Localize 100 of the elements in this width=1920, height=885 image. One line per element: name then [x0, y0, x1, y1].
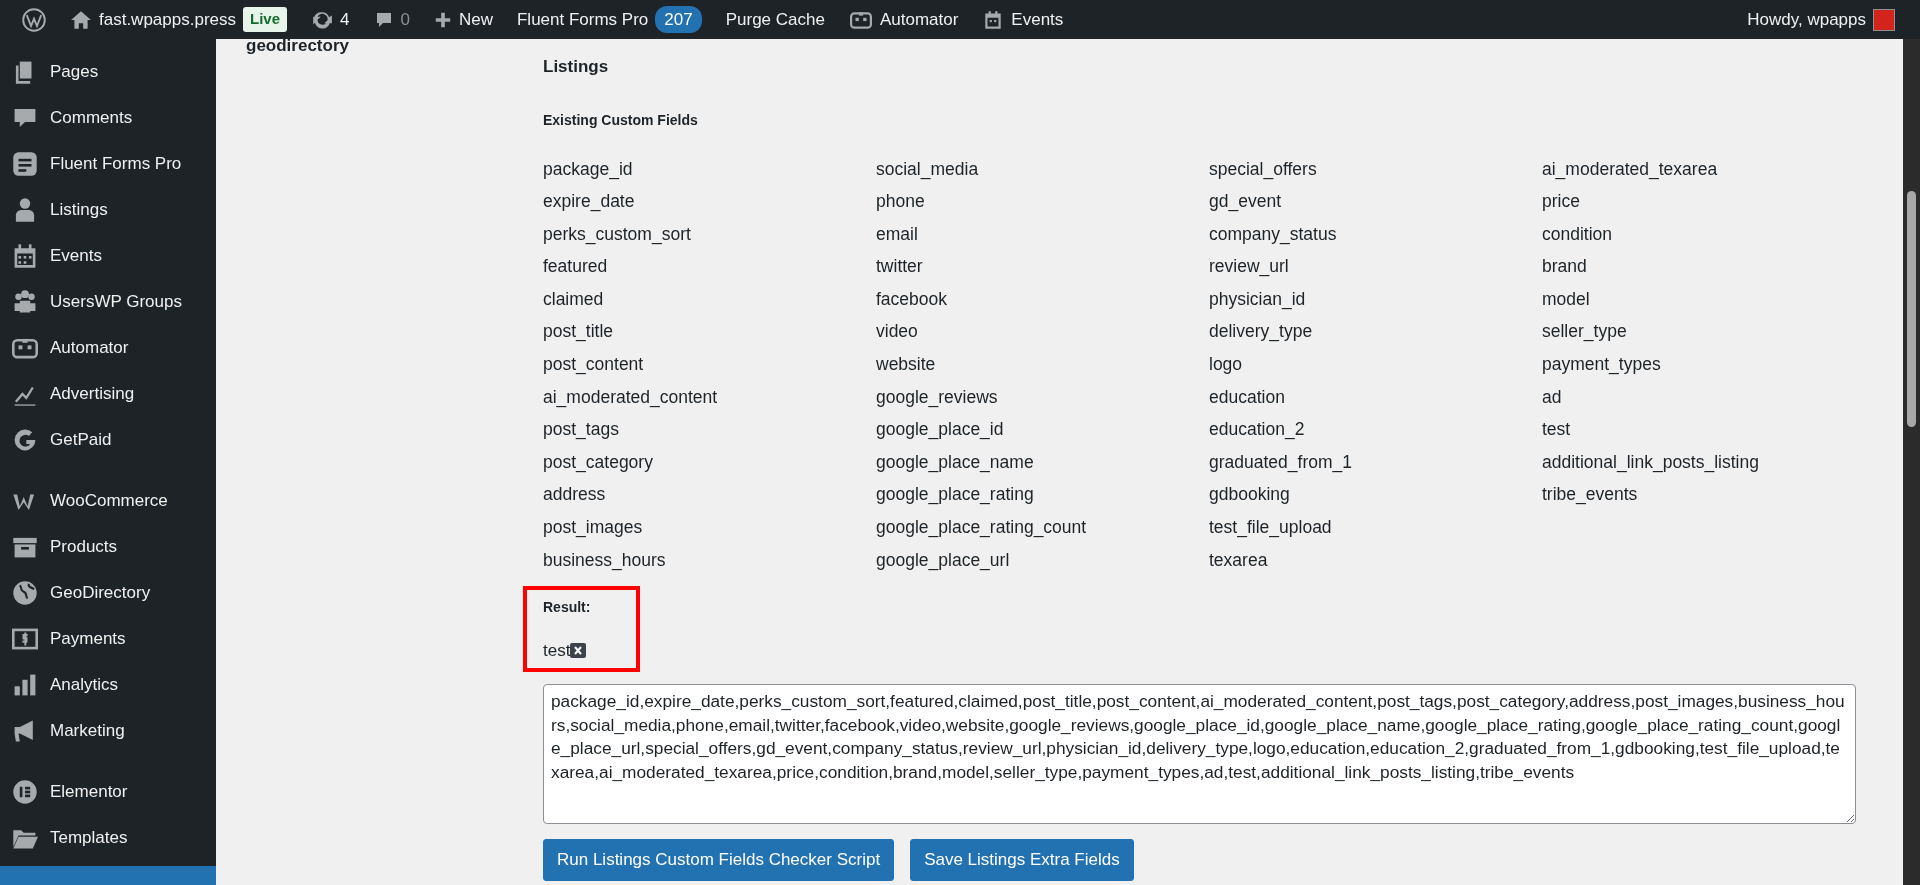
field-name: ai_moderated_content [543, 385, 719, 410]
bar-chart-icon [12, 672, 38, 698]
field-name: video [876, 320, 919, 344]
field-name: google_place_rating_count [876, 516, 1088, 540]
wordpress-logo-icon [22, 7, 46, 32]
field-name: additional_link_posts_listing [1542, 450, 1760, 475]
globe-icon [12, 580, 38, 606]
comments-count[interactable]: 0 [400, 6, 410, 33]
field-name: delivery_type [1209, 320, 1314, 344]
sidebar-item[interactable]: Events [50, 243, 102, 269]
field-name: company_status [1209, 222, 1338, 247]
field-name: model [1542, 287, 1591, 311]
scrollbar-thumb[interactable] [1907, 191, 1916, 427]
people-icon [12, 289, 38, 315]
subheading: Existing Custom Fields [543, 110, 699, 130]
field-name: claimed [543, 287, 605, 311]
g-logo-icon [12, 427, 38, 453]
sidebar-item[interactable]: Pages [50, 59, 99, 85]
field-name: seller_type [1542, 320, 1628, 344]
field-name: test [1542, 418, 1572, 442]
field-name: special_offers [1209, 157, 1318, 182]
field-name: expire_date [543, 190, 636, 214]
sidebar-item[interactable]: WooCommerce [50, 488, 168, 514]
field-name: facebook [876, 287, 949, 311]
field-name: education_2 [1209, 418, 1306, 442]
result-item: test [543, 640, 571, 663]
e-logo-icon [12, 779, 38, 805]
field-name: post_title [543, 320, 615, 344]
field-name: address [543, 483, 607, 507]
live-badge: Live [243, 7, 288, 32]
sidebar-item[interactable]: Payments [50, 626, 126, 652]
updates-count[interactable]: 4 [340, 6, 350, 33]
section-heading: Listings [543, 56, 610, 78]
field-name: post_content [543, 353, 645, 377]
new-link[interactable]: New [458, 6, 493, 33]
field-name: ai_moderated_texarea [1542, 157, 1719, 181]
avatar[interactable] [1873, 8, 1895, 31]
field-name: logo [1209, 353, 1244, 377]
dollar-bill-icon [12, 626, 38, 652]
field-name: social_media [876, 157, 980, 181]
sidebar-item[interactable]: Elementor [50, 779, 128, 805]
howdy-link[interactable]: Howdy, wpapps [1747, 6, 1866, 33]
field-name: brand [1542, 255, 1588, 279]
field-name: tribe_events [1542, 483, 1639, 507]
field-name: physician_id [1209, 287, 1307, 312]
form-icon [12, 151, 38, 177]
field-name: phone [876, 190, 926, 214]
field-name: website [876, 353, 937, 377]
field-name: twitter [876, 255, 924, 279]
action-button[interactable]: Save Listings Extra Fields [910, 839, 1134, 881]
field-name: condition [1542, 222, 1614, 246]
sidebar-item[interactable]: Fluent Forms Pro [50, 151, 182, 177]
events-link[interactable]: Events [1011, 6, 1064, 33]
field-name: test_file_upload [1209, 516, 1333, 540]
scrollbar[interactable] [1903, 39, 1920, 885]
field-name: post_tags [543, 418, 620, 442]
action-button[interactable]: Run Listings Custom Fields Checker Script [543, 839, 895, 881]
sidebar-item[interactable]: Automator [50, 335, 129, 361]
fields-textarea[interactable]: package_id,expire_date,perks_custom_sort,featured,claimed,post_title,post_content,ai_moderated_content,post_tags,post_category,address,post_images,business_hours,social_media,phone,email,twitter,facebook,video,website,google_reviews,google_place_id,google_place_name,google_place_rating,google_place_rating_count,google_place_url,special_offers,gd_event,company_status,review_url,physician_id,delivery_type,logo,education,education_2,graduated_from_1,gdbooking,test_file_upload,texarea,ai_moderated_texarea,price,condition,brand,model,seller_type,payment_types,ad,test,additional_link_posts_listing,tribe_events [543, 684, 1856, 825]
field-name: google_place_name [876, 450, 1035, 475]
sidebar-item[interactable]: Products [50, 534, 118, 560]
field-name: perks_custom_sort [543, 222, 692, 247]
field-name: ad [1542, 385, 1563, 409]
sidebar-item[interactable]: Advertising [50, 381, 135, 407]
sidebar-item[interactable]: Analytics [50, 672, 119, 698]
field-name: google_reviews [876, 385, 999, 410]
sidebar-item[interactable]: GetPaid [50, 427, 112, 453]
automator-link[interactable]: Automator [879, 6, 959, 33]
field-name: gdbooking [1209, 483, 1291, 507]
field-name: texarea [1209, 548, 1269, 572]
sidebar-item[interactable]: Templates [50, 825, 128, 851]
field-name: business_hours [543, 548, 667, 573]
purge-cache-link[interactable]: Purge Cache [725, 6, 825, 33]
fluent-forms-link[interactable]: Fluent Forms Pro [517, 6, 649, 33]
count-badge: 207 [655, 5, 702, 34]
field-name: price [1542, 190, 1581, 214]
section-label: geodirectory [246, 39, 349, 57]
field-name: post_images [543, 516, 644, 540]
field-name: package_id [543, 157, 634, 182]
plus-icon [433, 10, 452, 29]
site-name-link[interactable]: fast.wpapps.press [99, 6, 236, 33]
field-name: featured [543, 255, 609, 279]
field-name: graduated_from_1 [1209, 450, 1354, 475]
sidebar-item[interactable]: Comments [50, 105, 133, 131]
field-name: post_category [543, 450, 654, 475]
result-label: Result: [543, 598, 592, 618]
field-name: google_place_id [876, 418, 1005, 442]
remove-button[interactable] [570, 643, 587, 659]
sidebar-item[interactable]: GeoDirectory [50, 580, 151, 606]
sidebar-item[interactable]: UsersWP Groups [50, 289, 182, 315]
field-name: email [876, 222, 919, 246]
calendar-icon [12, 243, 38, 269]
field-name: google_place_url [876, 548, 1011, 573]
field-name: education [1209, 385, 1286, 409]
field-name: review_url [1209, 255, 1290, 279]
sidebar-item[interactable]: Listings [50, 197, 108, 223]
sidebar-item[interactable]: Marketing [50, 718, 125, 744]
field-name: google_place_rating [876, 483, 1035, 507]
field-name: gd_event [1209, 190, 1282, 214]
field-name: payment_types [1542, 353, 1662, 377]
